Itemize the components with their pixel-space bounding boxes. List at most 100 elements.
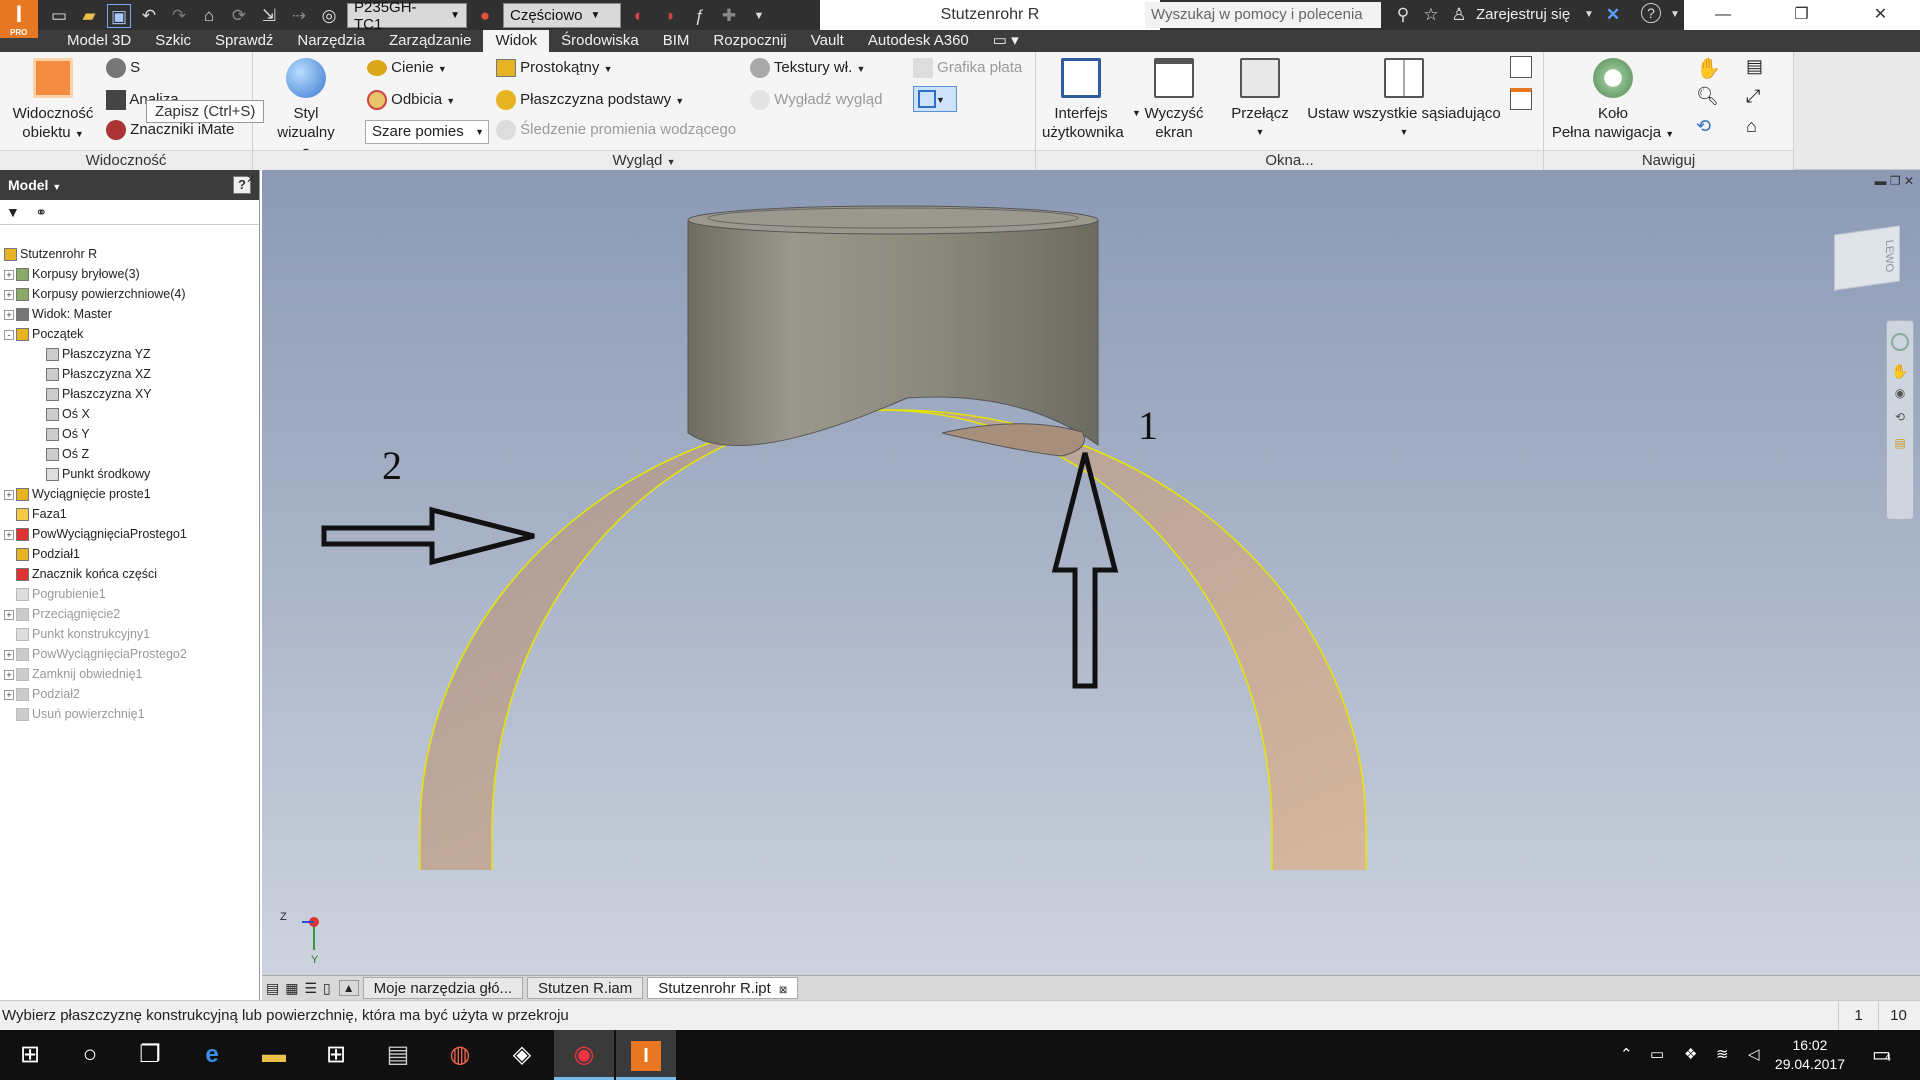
volume-icon[interactable]: ◁ [1748,1030,1760,1080]
start-windows-icon[interactable]: ⊞ [0,1030,60,1080]
tree-expand-icon[interactable]: + [4,309,14,320]
edge-icon[interactable]: e [182,1030,242,1080]
binoculars-icon[interactable]: ⚲ [1391,3,1415,27]
background-combo[interactable]: Szare pomies ▼ [365,120,489,144]
home-view-icon[interactable]: ⌂ [1746,116,1757,137]
tile-all-button[interactable]: Ustaw wszystkie sąsiadująco ▼ [1304,58,1504,142]
tree-node[interactable]: + Korpusy powierzchniowe(4) [4,284,256,304]
navigation-bar[interactable]: ✋ ◉ ⟲ ▤ [1886,320,1914,520]
steering-wheel-button[interactable]: Koło Pełna nawigacja ▼ [1548,58,1678,144]
app-logo[interactable]: I PRO [0,0,38,38]
select-icon[interactable]: ⇲ [257,4,281,28]
tree-node[interactable]: Punkt konstrukcyjny1 [4,624,256,644]
tile-columns-icon[interactable]: ▯ [323,980,331,997]
ribbon-tab[interactable]: Zarządzanie [377,30,484,52]
home-icon[interactable]: ⌂ [197,4,221,28]
look-at-icon[interactable]: ▤ [1746,56,1763,77]
tree-node[interactable]: Punkt środkowy [4,464,256,484]
orthographic-button[interactable]: Prostokątny ▼ [496,56,612,80]
tile-graphics-button[interactable]: Grafika płata [913,56,1022,80]
tree-expand-icon[interactable]: + [4,269,14,280]
star-icon[interactable]: ☆ [1419,3,1443,27]
ribbon-tab[interactable]: Widok [483,30,550,52]
tree-node[interactable]: Oś Y [4,424,256,444]
zoom-icon[interactable]: 🔍︎ [1696,86,1719,107]
tree-node[interactable]: Płaszczyzna XY [4,384,256,404]
fx-icon[interactable]: ƒ [687,4,711,28]
ribbon-tab[interactable]: Narzędzia [285,30,377,52]
smooth-appearance-button[interactable]: Wygładź wygląd [750,88,882,112]
store-icon[interactable]: ⊞ [306,1030,366,1080]
new-window-button[interactable] [1510,88,1532,110]
reflections-button[interactable]: Odbicia ▼ [367,88,455,112]
tree-node[interactable]: Stutzenrohr R [4,244,256,264]
appearance-combo[interactable]: Częściowo ▼ [503,3,621,28]
viewport-window-controls[interactable]: ▬ ❐ ✕ [1875,174,1914,188]
clean-screen-button[interactable]: Wyczyść ekran [1138,58,1210,142]
tile-horizontal-icon[interactable]: ▤ [266,980,279,997]
sections-button[interactable]: S [106,56,140,80]
browser-title-dropdown[interactable]: Model [8,177,48,193]
tree-node[interactable]: - Początek [4,324,256,344]
battery-icon[interactable]: ▭ [1650,1030,1664,1080]
tree-node[interactable]: Pogrubienie1 [4,584,256,604]
color-sphere-icon[interactable]: ● [473,4,497,28]
tree-node[interactable]: + PowWyciągnięciaProstego2 [4,644,256,664]
color-app-icon[interactable]: ◍ [430,1030,490,1080]
tree-node[interactable]: Oś Z [4,444,256,464]
navbar-orbit-icon[interactable]: ⟲ [1887,410,1913,424]
help-icon[interactable]: ? [1641,3,1661,23]
navbar-lookat-icon[interactable]: ▤ [1887,436,1913,450]
document-tab-close-icon[interactable]: ⊠ [779,985,787,996]
sign-in-link[interactable]: Zarejestruj się [1476,0,1570,30]
exchange-icon[interactable]: ✕ [1601,3,1625,27]
visual-style-button[interactable]: Styl wizualny ▼ [263,58,349,161]
filter-icon[interactable]: ▼ [6,204,20,220]
document-tab[interactable]: Stutzen R.iam [527,977,644,999]
layout-toggle-button[interactable]: ▼ [913,86,957,112]
dropbox-icon[interactable]: ❖ [1684,1030,1697,1080]
tree-expand-icon[interactable]: + [4,689,14,700]
tree-node[interactable]: Usuń powierzchnię1 [4,704,256,724]
app-diamond-icon[interactable]: ◈ [492,1030,552,1080]
update-icon[interactable]: ⟳ [227,4,251,28]
undo-icon[interactable]: ↶ [137,4,161,28]
pan-icon[interactable]: ✋ [1696,56,1721,81]
measure-icon[interactable]: ⇢ [287,4,311,28]
ribbon-tab[interactable]: Sprawdź [203,30,285,52]
tree-node[interactable]: Płaszczyzna YZ [4,344,256,364]
minimize-button[interactable]: — [1684,0,1762,30]
tree-expand-icon[interactable]: + [4,529,14,540]
browser-close-icon[interactable]: ✕ [246,172,256,186]
tree-node[interactable]: Płaszczyzna XZ [4,364,256,384]
tree-node[interactable]: Podział1 [4,544,256,564]
maximize-button[interactable]: ❐ [1762,0,1841,30]
ribbon-tab[interactable]: Rozpocznij [701,30,798,52]
chrome-icon[interactable]: ◉ [554,1030,614,1080]
redo-icon[interactable]: ↷ [167,4,191,28]
tree-expand-icon[interactable]: + [4,489,14,500]
tree-expand-icon[interactable]: + [4,649,14,660]
help-search-input[interactable]: Wyszukaj w pomocy i polecenia [1145,2,1381,28]
notifications-icon[interactable]: ▭4 [1872,1030,1891,1080]
clear-appearance-icon[interactable]: ◑ [657,4,681,28]
ribbon-tab[interactable]: Autodesk A360 [856,30,981,52]
file-explorer-icon[interactable]: ▬ [244,1030,304,1080]
tree-expand-icon[interactable]: + [4,609,14,620]
save-icon[interactable]: ▣ [107,3,131,28]
search-icon[interactable]: ○ [60,1030,120,1080]
new-file-icon[interactable]: ▭ [47,4,71,28]
globe-icon[interactable]: ◎ [317,4,341,28]
navbar-wheel-icon[interactable] [1891,333,1909,351]
tree-node[interactable]: + Wyciągnięcie proste1 [4,484,256,504]
tree-node[interactable]: + Widok: Master [4,304,256,324]
tree-expand-icon[interactable]: + [4,289,14,300]
doc-tabs-menu-icon[interactable]: ▲ [338,980,359,996]
open-folder-icon[interactable]: ▰ [77,4,101,28]
tree-node[interactable]: + Podział2 [4,684,256,704]
taskbar-clock[interactable]: 16:02 29.04.2017 [1775,1036,1845,1074]
pipe-stub[interactable] [687,219,1099,446]
customize-icon[interactable]: ▼ [747,4,771,28]
tree-node[interactable]: + Korpusy bryłowe(3) [4,264,256,284]
inventor-taskbar-icon[interactable]: I [616,1030,676,1080]
